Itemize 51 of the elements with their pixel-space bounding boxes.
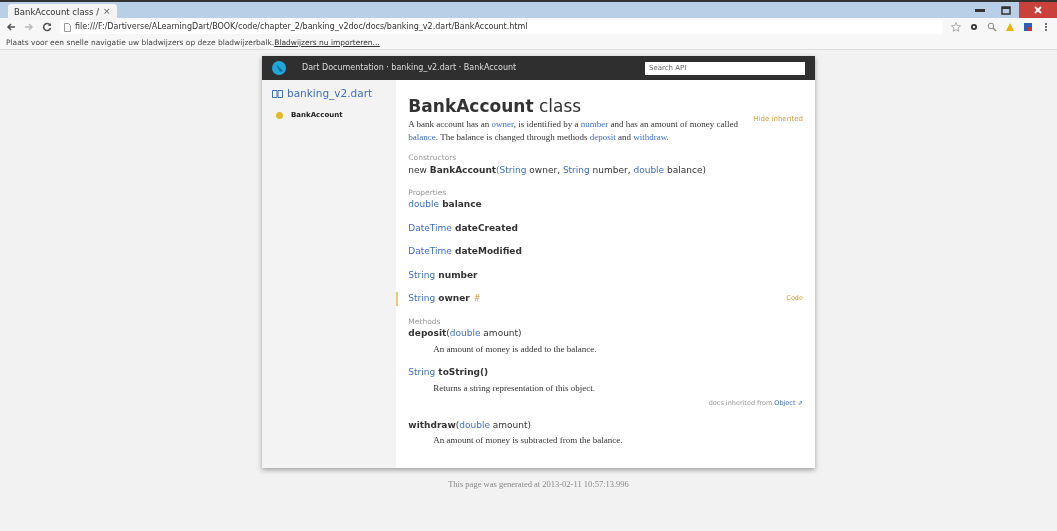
class-title: BankAccount class [408, 96, 583, 117]
type-link[interactable]: double [459, 420, 490, 430]
type-link[interactable]: DateTime [408, 223, 452, 233]
member-signature: deposit(double amount) [408, 327, 522, 341]
library-link[interactable]: banking_v2.dart [287, 86, 373, 102]
close-icon [1034, 6, 1042, 14]
type-link[interactable]: double [633, 164, 665, 175]
member-signature: String owner [408, 292, 470, 306]
page-icon [64, 22, 71, 32]
member-signature: double balance [408, 198, 482, 212]
type-link[interactable]: double [408, 199, 440, 210]
member-description: An amount of money is added to the balance. [432, 342, 598, 356]
member-description: An amount of money is subtracted from the balance. [432, 434, 624, 448]
browser-tab[interactable]: BankAccount class / × [8, 4, 117, 20]
address-bar[interactable]: file:///F:/Dartiverse/ALearningDart/BOOK/code/chapter_2/banking_v2doc/docs/banking_v2.dart/BankAccount.html [60, 20, 943, 34]
magnifier-icon[interactable] [987, 22, 997, 32]
doc-link[interactable]: balance [408, 132, 436, 143]
class-icon [276, 111, 283, 119]
type-link[interactable]: String [408, 270, 436, 280]
close-button[interactable] [1019, 2, 1057, 18]
type-link[interactable]: double [449, 328, 481, 339]
type-link[interactable]: String [408, 293, 436, 304]
type-link[interactable]: String [562, 164, 590, 175]
class-description: A bank account has an owner, is identified by a number and has an amount of money called balance. The balance is changed through methods deposit and withdraw. [408, 118, 739, 145]
book-icon [272, 89, 283, 99]
member-signature: String toString() [408, 366, 489, 380]
member-signature: String number [408, 269, 478, 282]
doc-title: Dart Documentation · banking_v2.dart · BankAccount [302, 62, 518, 74]
member-signature: withdraw(double amount) [408, 419, 532, 432]
reload-icon[interactable] [42, 22, 52, 32]
tab-close-button[interactable]: × [99, 5, 111, 19]
doc-link[interactable]: deposit [589, 132, 616, 143]
member-description: Returns a string representation of this object. [432, 381, 597, 395]
type-link[interactable]: DateTime [408, 246, 452, 257]
doc-link[interactable]: owner [491, 119, 514, 130]
doc-link[interactable]: number [580, 119, 609, 130]
star-icon[interactable] [951, 22, 961, 32]
doc-link[interactable]: withdraw [633, 132, 667, 143]
member-signature: DateTime dateCreated [408, 222, 519, 235]
extension-icon[interactable] [1023, 22, 1033, 32]
maximize-icon [1001, 5, 1011, 15]
member-signature: DateTime dateModified [408, 245, 522, 259]
member-signature: new BankAccount(String owner, String number, double balance) [408, 163, 706, 177]
back-arrow-icon[interactable] [6, 22, 16, 32]
type-link[interactable]: ( [496, 164, 500, 175]
minimize-icon [975, 8, 985, 12]
dart-logo-icon[interactable] [272, 61, 286, 75]
generated-footer: This page was generated at 2013-02-11 10:57:13.996 [262, 478, 815, 491]
tab-title: BankAccount class / [14, 5, 100, 19]
type-link[interactable]: String [408, 367, 436, 378]
type-link[interactable]: String [499, 164, 527, 175]
